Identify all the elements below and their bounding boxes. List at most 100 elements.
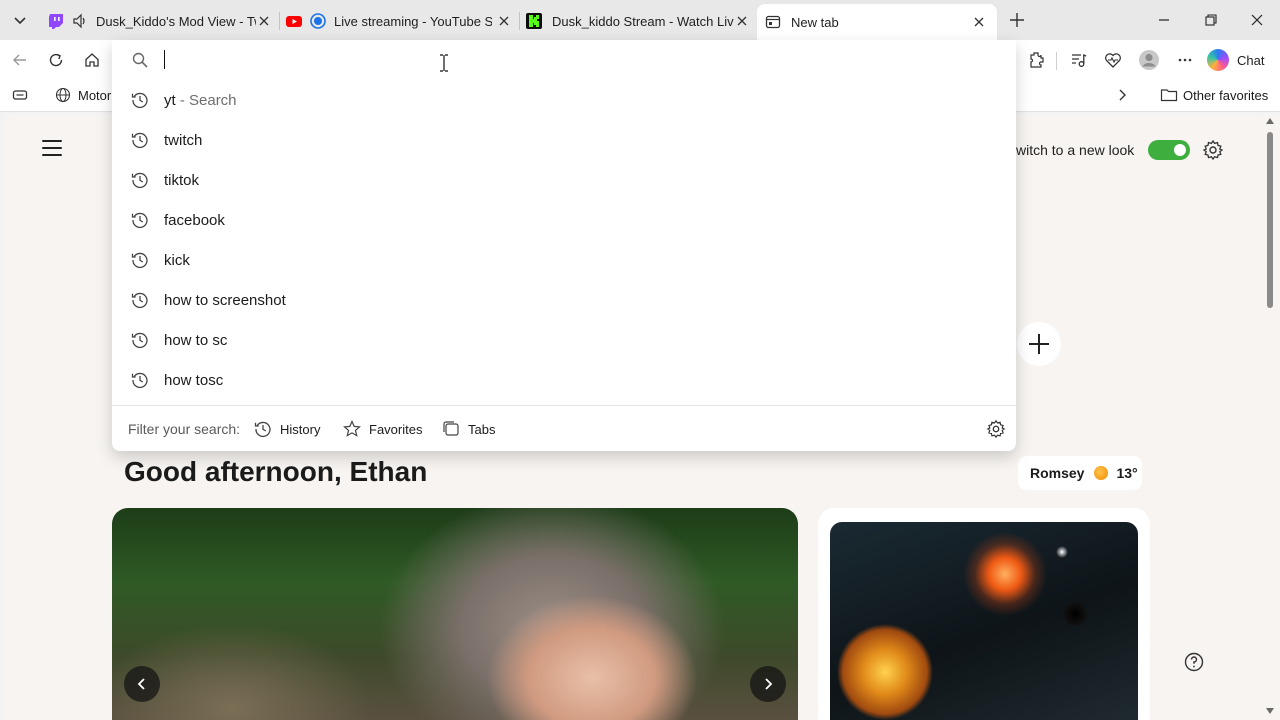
tab-strip: Dusk_Kiddo's Mod View - Twitch Live stre… xyxy=(0,0,1280,40)
suggestion-text: twitch xyxy=(164,132,203,149)
filter-favorites-button[interactable]: Favorites xyxy=(343,418,422,440)
youtube-icon xyxy=(286,13,302,29)
add-quick-link-plus-icon[interactable] xyxy=(1017,322,1061,366)
favorite-item-motor[interactable]: Motor xyxy=(55,87,111,103)
suggestion-item[interactable]: yt - Search xyxy=(112,80,1016,120)
scrollbar-thumb[interactable] xyxy=(1267,132,1273,308)
greeting-heading: Good afternoon, Ethan xyxy=(124,456,428,487)
new-tab-plus-icon[interactable] xyxy=(1005,8,1029,32)
history-clock-icon xyxy=(131,331,149,349)
profile-avatar-icon[interactable] xyxy=(1137,48,1161,72)
star-icon xyxy=(343,420,361,437)
space-planets-image xyxy=(830,522,1138,720)
search-filter-row: Filter your search: History Favorites Ta… xyxy=(112,405,1016,451)
toolbar-divider xyxy=(1056,52,1057,70)
suggestion-item[interactable]: twitch xyxy=(112,120,1016,160)
history-clock-icon xyxy=(131,291,149,309)
filter-tabs-button[interactable]: Tabs xyxy=(442,418,495,440)
more-options-ellipsis-icon[interactable] xyxy=(1173,48,1197,72)
suggestion-text: kick xyxy=(164,252,190,269)
folder-icon xyxy=(1160,87,1178,103)
tabs-icon xyxy=(443,421,459,436)
browser-essentials-heart-icon[interactable] xyxy=(1101,48,1125,72)
tab-twitch[interactable]: Dusk_Kiddo's Mod View - Twitch xyxy=(48,6,278,36)
new-look-toggle[interactable] xyxy=(1148,140,1190,160)
page-settings-gear-icon[interactable] xyxy=(1202,139,1224,161)
globe-icon xyxy=(55,87,71,103)
history-clock-icon xyxy=(131,211,149,229)
tab-title: Live streaming - YouTube Studio xyxy=(334,13,492,29)
filter-favorites-label: Favorites xyxy=(369,421,423,437)
menu-hamburger-icon[interactable] xyxy=(42,140,62,156)
tab-actions-chevron-icon[interactable] xyxy=(8,8,32,32)
tab-separator xyxy=(279,12,280,30)
suggestion-item[interactable]: facebook xyxy=(112,200,1016,240)
filter-history-button[interactable]: History xyxy=(254,418,320,440)
favorites-overflow-chevron-icon[interactable] xyxy=(1116,87,1130,103)
home-icon[interactable] xyxy=(80,48,104,72)
extensions-icon[interactable] xyxy=(1024,48,1048,72)
close-tab-icon[interactable] xyxy=(971,14,987,30)
carousel-prev-chevron-icon[interactable] xyxy=(124,666,160,702)
new-tab-icon xyxy=(765,14,781,30)
close-tab-icon[interactable] xyxy=(734,13,750,29)
history-clock-icon xyxy=(131,91,149,109)
close-window-icon[interactable] xyxy=(1245,8,1269,32)
tab-separator xyxy=(519,12,520,30)
history-clock-icon xyxy=(131,131,149,149)
suggestion-text: how to sc xyxy=(164,332,228,349)
media-control-icon[interactable] xyxy=(1066,48,1090,72)
news-hero-image[interactable] xyxy=(112,508,798,720)
suggestion-item[interactable]: how to sc xyxy=(112,320,1016,360)
suggestion-text: how to screenshot xyxy=(164,292,286,309)
other-favorites-label: Other favorites xyxy=(1183,87,1269,103)
tab-youtube-studio[interactable]: Live streaming - YouTube Studio xyxy=(286,6,518,36)
favorite-label: Motor xyxy=(78,87,112,103)
filter-history-label: History xyxy=(280,421,321,437)
mouse-ibeam-cursor-icon xyxy=(439,54,449,72)
suggestion-text: facebook xyxy=(164,212,225,229)
news-card[interactable] xyxy=(818,508,1150,720)
filter-tabs-label: Tabs xyxy=(468,421,496,437)
text-caret xyxy=(164,50,165,69)
close-tab-icon[interactable] xyxy=(256,13,272,29)
refresh-icon[interactable] xyxy=(44,48,68,72)
address-input[interactable] xyxy=(162,49,982,71)
address-bar[interactable] xyxy=(112,40,1016,80)
minimize-icon[interactable] xyxy=(1152,8,1176,32)
history-clock-icon xyxy=(254,421,271,438)
filter-label: Filter your search: xyxy=(128,421,241,437)
speaker-icon[interactable] xyxy=(72,13,88,29)
suggestion-list: yt - Search twitch tiktok facebook kick … xyxy=(112,80,1016,400)
tab-new-tab[interactable]: New tab xyxy=(757,4,997,40)
help-question-icon[interactable] xyxy=(1184,652,1204,672)
weather-widget[interactable]: Romsey 13° xyxy=(1018,456,1142,490)
weather-temperature: 13° xyxy=(1116,465,1138,481)
suggestion-hint: - Search xyxy=(175,92,237,109)
weather-location: Romsey xyxy=(1030,465,1085,481)
suggestion-item[interactable]: tiktok xyxy=(112,160,1016,200)
suggestion-text: yt xyxy=(164,92,176,109)
copilot-chat-button[interactable]: Chat xyxy=(1207,46,1264,74)
scroll-up-arrow-icon xyxy=(1266,118,1274,124)
tab-kick[interactable]: Dusk_kiddo Stream - Watch Live on Kick xyxy=(526,6,756,36)
restore-icon[interactable] xyxy=(1199,8,1223,32)
close-tab-icon[interactable] xyxy=(496,13,512,29)
suggestion-text: tiktok xyxy=(164,172,200,189)
suggestion-item[interactable]: how tosc xyxy=(112,360,1016,400)
history-clock-icon xyxy=(131,371,149,389)
carousel-next-chevron-icon[interactable] xyxy=(750,666,786,702)
switch-new-look-label: witch to a new look xyxy=(1016,142,1135,158)
suggestion-item[interactable]: kick xyxy=(112,240,1016,280)
reading-view-icon[interactable] xyxy=(12,87,28,103)
scroll-down-arrow-icon xyxy=(1266,708,1274,714)
twitch-icon xyxy=(48,13,64,29)
page-scrollbar[interactable] xyxy=(1262,114,1280,720)
kick-icon xyxy=(526,13,542,29)
search-settings-gear-icon[interactable] xyxy=(986,419,1006,439)
suggestion-text: how tosc xyxy=(164,372,224,389)
other-favorites-folder[interactable]: Other favorites xyxy=(1160,87,1268,103)
suggestion-item[interactable]: how to screenshot xyxy=(112,280,1016,320)
back-arrow-icon[interactable] xyxy=(8,48,32,72)
chat-label: Chat xyxy=(1237,52,1265,68)
